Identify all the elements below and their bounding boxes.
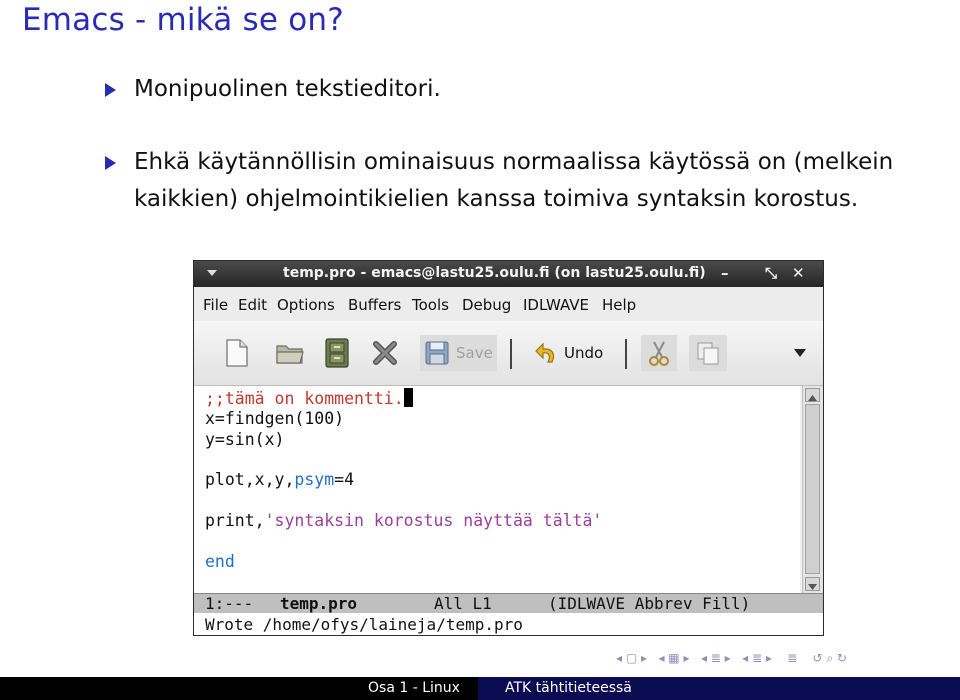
- mode-line-position: All L1: [434, 594, 492, 613]
- undo-arrow-icon: [535, 342, 555, 363]
- nav-toc-icon[interactable]: ≣: [787, 651, 797, 665]
- save-label: Save: [456, 344, 493, 362]
- code-line: y=sin(x): [205, 430, 285, 449]
- menu-tools[interactable]: Tools: [412, 296, 449, 314]
- menu-help[interactable]: Help: [602, 296, 636, 314]
- code-text: =4: [334, 470, 355, 489]
- mode-line-status: 1:---: [205, 594, 254, 613]
- dired-button[interactable]: [324, 337, 350, 369]
- toolbar-separator: [510, 339, 512, 369]
- cut-scissors-icon: [649, 341, 669, 366]
- code-keyword: psym: [294, 470, 335, 489]
- code-line: end: [205, 552, 235, 571]
- open-folder-icon: [276, 345, 304, 364]
- nav-frame-prev-icon[interactable]: ◂ ▢ ▸: [616, 651, 647, 665]
- minibuffer[interactable]: Wrote /home/ofys/laineja/temp.pro: [194, 613, 823, 635]
- text-cursor: [403, 388, 413, 407]
- code-comment: ;;tämä on kommentti.: [205, 389, 404, 408]
- footer-right-text: ATK tähtitieteessä: [505, 680, 632, 696]
- code-line: x=findgen(100): [205, 409, 345, 428]
- menu-bar: File Edit Options Buffers Tools Debug ID…: [194, 287, 823, 321]
- file-cabinet-icon: [325, 338, 349, 368]
- open-file-button[interactable]: [275, 337, 305, 369]
- toolbar-separator: [625, 339, 627, 369]
- mode-line-modes: (IDLWAVE Abbrev Fill): [548, 594, 751, 613]
- menu-file[interactable]: File: [203, 296, 228, 314]
- new-file-icon: [226, 339, 248, 367]
- menu-buffers[interactable]: Buffers: [348, 296, 401, 314]
- slide-footer: Osa 1 - Linux ATK tähtitieteessä: [0, 677, 960, 700]
- cut-button[interactable]: [641, 335, 677, 371]
- scrollbar-thumb[interactable]: [805, 404, 820, 574]
- menu-debug[interactable]: Debug: [462, 296, 511, 314]
- save-button[interactable]: Save: [420, 335, 497, 371]
- window-menu-icon[interactable]: [207, 270, 217, 276]
- mode-line[interactable]: 1:--- temp.pro All L1 (IDLWAVE Abbrev Fi…: [194, 593, 823, 614]
- minimize-button[interactable]: –: [721, 264, 729, 282]
- code-line: ;;tämä on kommentti.: [205, 388, 413, 408]
- nav-search-icon[interactable]: ↺ ⌕ ↻: [812, 651, 846, 665]
- menu-idlwave[interactable]: IDLWAVE: [523, 296, 589, 314]
- dropdown-arrow-icon: [794, 349, 806, 357]
- slide-title: Emacs - mikä se on?: [22, 2, 344, 38]
- undo-button[interactable]: Undo: [534, 337, 603, 369]
- mode-line-buffer: temp.pro: [280, 594, 358, 613]
- undo-label: Undo: [564, 344, 604, 362]
- menu-options[interactable]: Options: [277, 296, 335, 314]
- window-titlebar[interactable]: temp.pro - emacs@lastu25.oulu.fi (on las…: [194, 261, 823, 287]
- bullet-2: Ehkä käytännöllisin ominaisuus normaalis…: [105, 144, 934, 218]
- copy-icon: [697, 342, 719, 365]
- close-x-icon: [373, 341, 397, 365]
- bullet-2-text: Ehkä käytännöllisin ominaisuus normaalis…: [134, 149, 894, 212]
- footer-left: Osa 1 - Linux: [350, 677, 478, 700]
- bullet-1: Monipuolinen tekstieditori.: [105, 71, 441, 108]
- code-line: print,'syntaksin korostus näyttää tältä': [205, 511, 602, 530]
- scroll-up-button[interactable]: [805, 388, 820, 402]
- code-text: print,: [205, 511, 265, 530]
- save-disk-icon: [425, 341, 449, 365]
- close-button[interactable]: ✕: [792, 264, 805, 282]
- menu-edit[interactable]: Edit: [238, 296, 267, 314]
- bullet-1-text: Monipuolinen tekstieditori.: [134, 76, 441, 102]
- nav-part-icon[interactable]: ◂ ≣ ▸: [742, 651, 772, 665]
- code-string: 'syntaksin korostus näyttää tältä': [264, 511, 603, 530]
- footer-right: ATK tähtitieteessä: [478, 677, 960, 700]
- nav-subsection-icon[interactable]: ◂ ▦ ▸: [658, 651, 689, 665]
- toolbar-overflow-button[interactable]: [793, 337, 807, 369]
- bullet-triangle-icon: [105, 83, 116, 97]
- new-file-button[interactable]: [224, 337, 250, 369]
- kill-buffer-button[interactable]: [371, 337, 399, 369]
- scroll-down-button[interactable]: [805, 577, 820, 591]
- window-title: temp.pro - emacs@lastu25.oulu.fi (on las…: [283, 265, 706, 281]
- maximize-button[interactable]: ⤡: [765, 264, 777, 282]
- vertical-scrollbar[interactable]: [802, 386, 823, 593]
- editor-buffer[interactable]: ;;tämä on kommentti. x=findgen(100) y=si…: [194, 386, 800, 593]
- minibuffer-message: Wrote /home/ofys/laineja/temp.pro: [205, 615, 523, 634]
- bullet-triangle-icon: [105, 156, 116, 170]
- emacs-window: temp.pro - emacs@lastu25.oulu.fi (on las…: [193, 260, 824, 636]
- toolbar: Save Undo: [194, 321, 823, 386]
- copy-button[interactable]: [689, 335, 727, 371]
- nav-section-icon[interactable]: ◂ ≣ ▸: [701, 651, 731, 665]
- code-line: plot,x,y,psym=4: [205, 470, 354, 489]
- beamer-navigation: ◂ ▢ ▸ ◂ ▦ ▸ ◂ ≣ ▸ ◂ ≣ ▸ ≣ ↺ ⌕ ↻: [616, 651, 847, 666]
- code-text: plot,x,y,: [205, 470, 295, 489]
